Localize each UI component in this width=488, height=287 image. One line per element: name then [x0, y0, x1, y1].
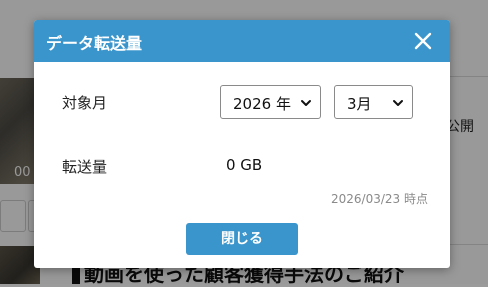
dialog-title: データ転送量	[46, 34, 143, 53]
as-of-timestamp: 2026/03/23 時点	[331, 192, 428, 206]
transfer-amount-value: 0 GB	[226, 156, 263, 174]
year-select-value: 2026 年	[233, 95, 291, 113]
month-select-value: 3月	[347, 95, 372, 113]
close-button[interactable]: 閉じる	[186, 223, 298, 255]
chevron-down-icon	[301, 100, 311, 106]
target-month-label: 対象月	[62, 94, 108, 112]
transfer-amount-label: 転送量	[62, 158, 108, 176]
data-transfer-dialog: データ転送量 対象月 2026 年 3月 転送量 0 GB 2026/03/23…	[34, 20, 450, 268]
close-icon[interactable]	[412, 30, 434, 52]
dialog-header: データ転送量	[34, 20, 450, 62]
month-select[interactable]: 3月	[334, 85, 413, 119]
year-select[interactable]: 2026 年	[220, 85, 321, 119]
chevron-down-icon	[393, 100, 403, 106]
